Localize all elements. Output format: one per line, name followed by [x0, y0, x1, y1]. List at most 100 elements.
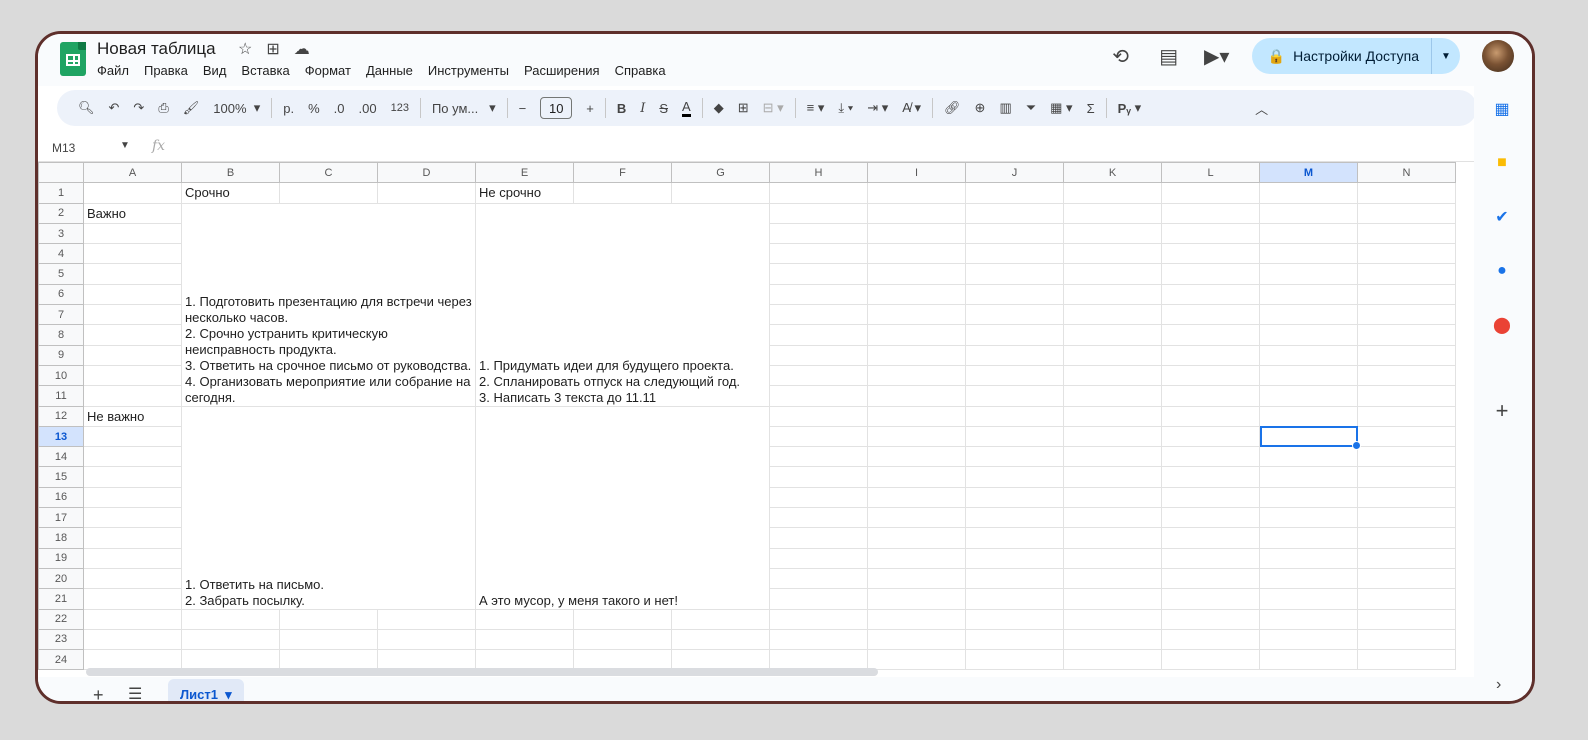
cell[interactable] [377, 608, 476, 630]
move-folder-icon[interactable]: ⊞ [266, 39, 279, 59]
column-header[interactable]: B [181, 162, 280, 184]
cell[interactable] [965, 466, 1064, 488]
cell[interactable] [867, 466, 966, 488]
expand-panel-icon[interactable]: › [1496, 676, 1501, 694]
borders-icon[interactable]: ⊞ [731, 90, 756, 126]
cell[interactable] [1161, 283, 1260, 306]
font-select[interactable]: По ум... ▾ [425, 90, 503, 126]
cell[interactable] [83, 527, 182, 549]
text-wrap-icon[interactable]: ⇥ ▾ [860, 90, 895, 126]
cell[interactable] [1063, 486, 1162, 509]
cell[interactable] [1161, 547, 1260, 569]
print-icon[interactable]: ⎙ [151, 90, 175, 126]
cell[interactable] [867, 486, 966, 509]
cell[interactable] [867, 182, 966, 204]
add-addon-icon[interactable]: + [1491, 398, 1513, 423]
cell[interactable] [1063, 466, 1162, 488]
cell[interactable] [965, 446, 1064, 468]
cell[interactable] [769, 243, 868, 265]
select-all-corner[interactable] [38, 162, 84, 184]
cell-A2[interactable]: Важно [83, 202, 182, 224]
cell[interactable] [1259, 324, 1358, 346]
cell[interactable] [1063, 608, 1162, 630]
cell[interactable] [965, 507, 1064, 529]
increase-decimal-button[interactable]: .00 [352, 90, 384, 126]
cell[interactable] [1357, 547, 1456, 569]
maps-icon[interactable]: ⬤ [1491, 314, 1513, 336]
row-header-selected[interactable]: 13 [38, 425, 84, 448]
cell[interactable] [1063, 364, 1162, 387]
cell[interactable] [1357, 567, 1456, 590]
cell[interactable] [1063, 385, 1162, 407]
text-rotation-icon[interactable]: A̸ ▾ [895, 90, 928, 126]
cell[interactable] [1259, 283, 1358, 306]
meet-icon[interactable]: ▶▾ [1204, 44, 1230, 69]
cell[interactable] [1161, 385, 1260, 407]
cell-E12-merged[interactable]: А это мусор, у меня такого и нет! [475, 405, 770, 610]
cloud-status-icon[interactable]: ☁ [294, 39, 310, 59]
cell[interactable] [1357, 263, 1456, 285]
cell[interactable] [1063, 649, 1162, 671]
column-header[interactable]: L [1161, 162, 1260, 184]
cell[interactable] [1161, 344, 1260, 366]
column-header[interactable]: H [769, 162, 868, 184]
cell[interactable] [1063, 222, 1162, 245]
cell[interactable] [1357, 182, 1456, 204]
calendar-icon[interactable]: ▦ [1491, 98, 1513, 120]
cell[interactable] [1161, 608, 1260, 630]
cell[interactable] [867, 547, 966, 569]
cell[interactable] [867, 283, 966, 306]
cell[interactable] [1259, 222, 1358, 245]
menu-insert[interactable]: Вставка [241, 63, 289, 78]
cell[interactable] [1259, 385, 1358, 407]
row-header[interactable]: 8 [38, 324, 84, 346]
cell[interactable] [1259, 507, 1358, 529]
cell[interactable] [1161, 425, 1260, 448]
cell[interactable] [573, 182, 672, 204]
cell[interactable] [769, 547, 868, 569]
decrease-decimal-button[interactable]: .0 [327, 90, 352, 126]
cell[interactable] [867, 425, 966, 448]
row-header[interactable]: 23 [38, 628, 84, 651]
row-header[interactable]: 6 [38, 283, 84, 306]
column-header[interactable]: C [279, 162, 378, 184]
cell[interactable] [1259, 243, 1358, 265]
cell[interactable] [1063, 567, 1162, 590]
column-header[interactable]: K [1063, 162, 1162, 184]
cell[interactable] [867, 222, 966, 245]
cell[interactable] [1063, 425, 1162, 448]
cell[interactable] [1063, 588, 1162, 610]
cell[interactable] [181, 628, 280, 651]
cell[interactable] [1357, 527, 1456, 549]
cell[interactable] [965, 202, 1064, 224]
cell[interactable] [769, 649, 868, 671]
cell[interactable] [83, 446, 182, 468]
cell[interactable] [965, 405, 1064, 427]
currency-format-button[interactable]: р. [276, 90, 301, 126]
percent-format-button[interactable]: % [301, 90, 327, 126]
cell[interactable] [573, 649, 672, 671]
cell[interactable] [1161, 263, 1260, 285]
cell[interactable] [867, 364, 966, 387]
cell[interactable] [769, 567, 868, 590]
cell[interactable] [769, 385, 868, 407]
cell[interactable] [867, 243, 966, 265]
cell[interactable] [769, 425, 868, 448]
cell[interactable] [1161, 405, 1260, 427]
cell[interactable] [965, 263, 1064, 285]
cell[interactable] [83, 364, 182, 387]
menu-file[interactable]: Файл [97, 63, 129, 78]
cell[interactable] [965, 182, 1064, 204]
cell[interactable] [965, 425, 1064, 448]
cell[interactable] [83, 649, 182, 671]
redo-icon[interactable]: ↷ [126, 90, 151, 126]
cell[interactable] [1357, 405, 1456, 427]
cell[interactable] [965, 588, 1064, 610]
cell[interactable] [1063, 547, 1162, 569]
cell[interactable] [475, 649, 574, 671]
cell[interactable] [769, 446, 868, 468]
merge-cells-icon[interactable]: ⊟ ▾ [756, 90, 791, 126]
cell[interactable] [181, 608, 280, 630]
cell[interactable] [1259, 344, 1358, 366]
cell[interactable] [573, 628, 672, 651]
